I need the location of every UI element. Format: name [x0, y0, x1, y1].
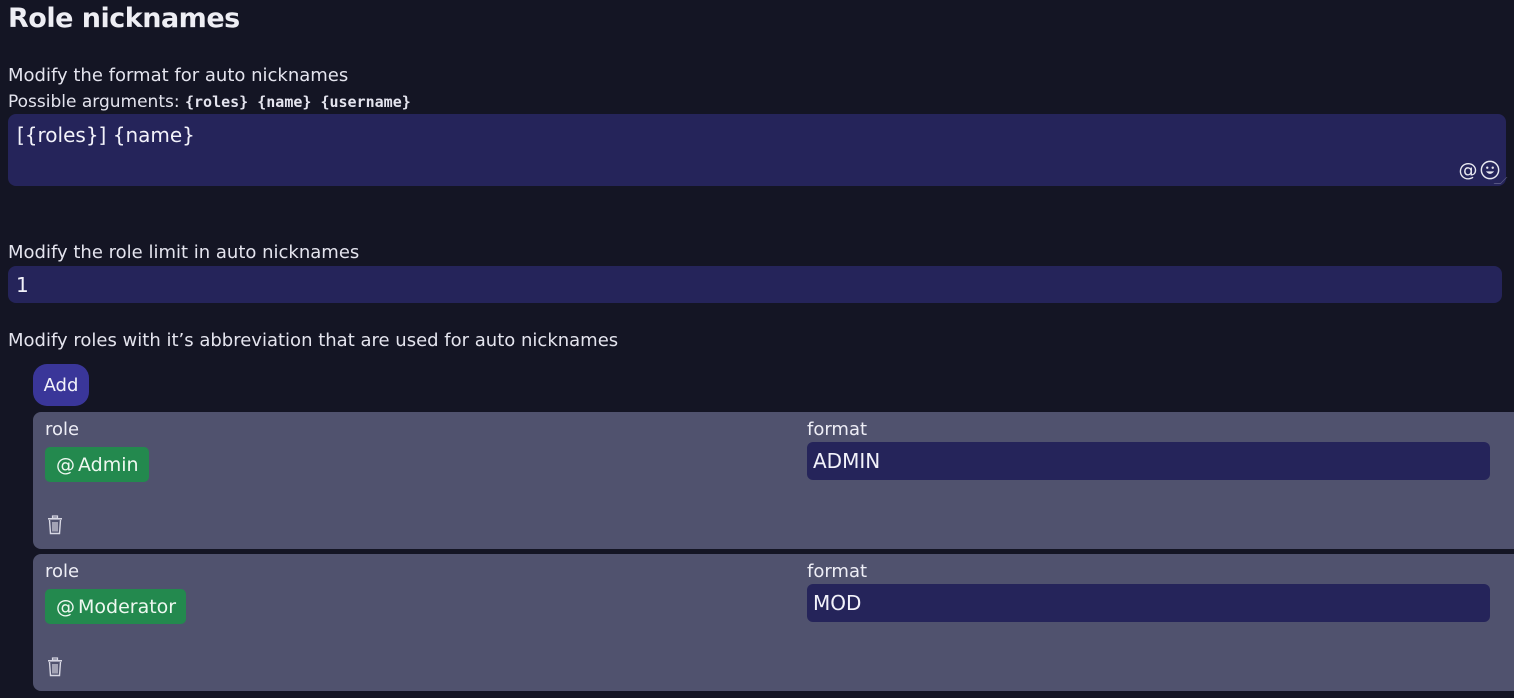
smiley-icon-svg — [1480, 160, 1500, 180]
role-badge[interactable]: @ Admin — [45, 447, 149, 482]
textarea-tools: @ — [1458, 159, 1500, 181]
role-card: role @ Moderator format MOD — [33, 554, 1514, 691]
page-title: Role nicknames — [8, 3, 240, 34]
mention-icon[interactable]: @ — [1458, 159, 1478, 181]
possible-arguments: Possible arguments: {roles} {name} {user… — [8, 92, 411, 112]
format-textarea-value: [{roles}] {name} — [17, 123, 195, 147]
format-input-value: ADMIN — [813, 449, 881, 473]
trash-icon[interactable] — [47, 515, 63, 535]
smiley-icon[interactable] — [1480, 159, 1500, 181]
role-name: Admin — [78, 453, 139, 476]
possible-arguments-prefix: Possible arguments: — [8, 92, 185, 112]
format-textarea[interactable]: [{roles}] {name} @ — [8, 114, 1508, 186]
format-label: Modify the format for auto nicknames — [8, 65, 349, 86]
possible-arguments-list: {roles} {name} {username} — [184, 93, 411, 111]
roles-label: Modify roles with it’s abbreviation that… — [8, 330, 619, 351]
role-badge[interactable]: @ Moderator — [45, 589, 187, 624]
format-field-label: format — [807, 419, 868, 440]
trash-icon[interactable] — [47, 657, 63, 677]
format-input[interactable]: MOD — [807, 584, 1490, 622]
add-button[interactable]: Add — [33, 364, 89, 406]
role-limit-value: 1 — [16, 272, 29, 297]
at-icon: @ — [56, 453, 75, 476]
format-input-value: MOD — [813, 591, 862, 615]
format-field-label: format — [807, 561, 868, 582]
role-card: role @ Admin format ADMIN — [33, 412, 1514, 549]
format-input[interactable]: ADMIN — [807, 442, 1490, 480]
role-limit-input[interactable]: 1 — [8, 266, 1502, 303]
role-field-label: role — [45, 561, 80, 582]
page: Role nicknames Modify the format for aut… — [0, 0, 1514, 698]
role-field-label: role — [45, 419, 80, 440]
limit-label: Modify the role limit in auto nicknames — [8, 242, 360, 263]
at-icon: @ — [56, 595, 75, 618]
role-name: Moderator — [78, 595, 177, 618]
